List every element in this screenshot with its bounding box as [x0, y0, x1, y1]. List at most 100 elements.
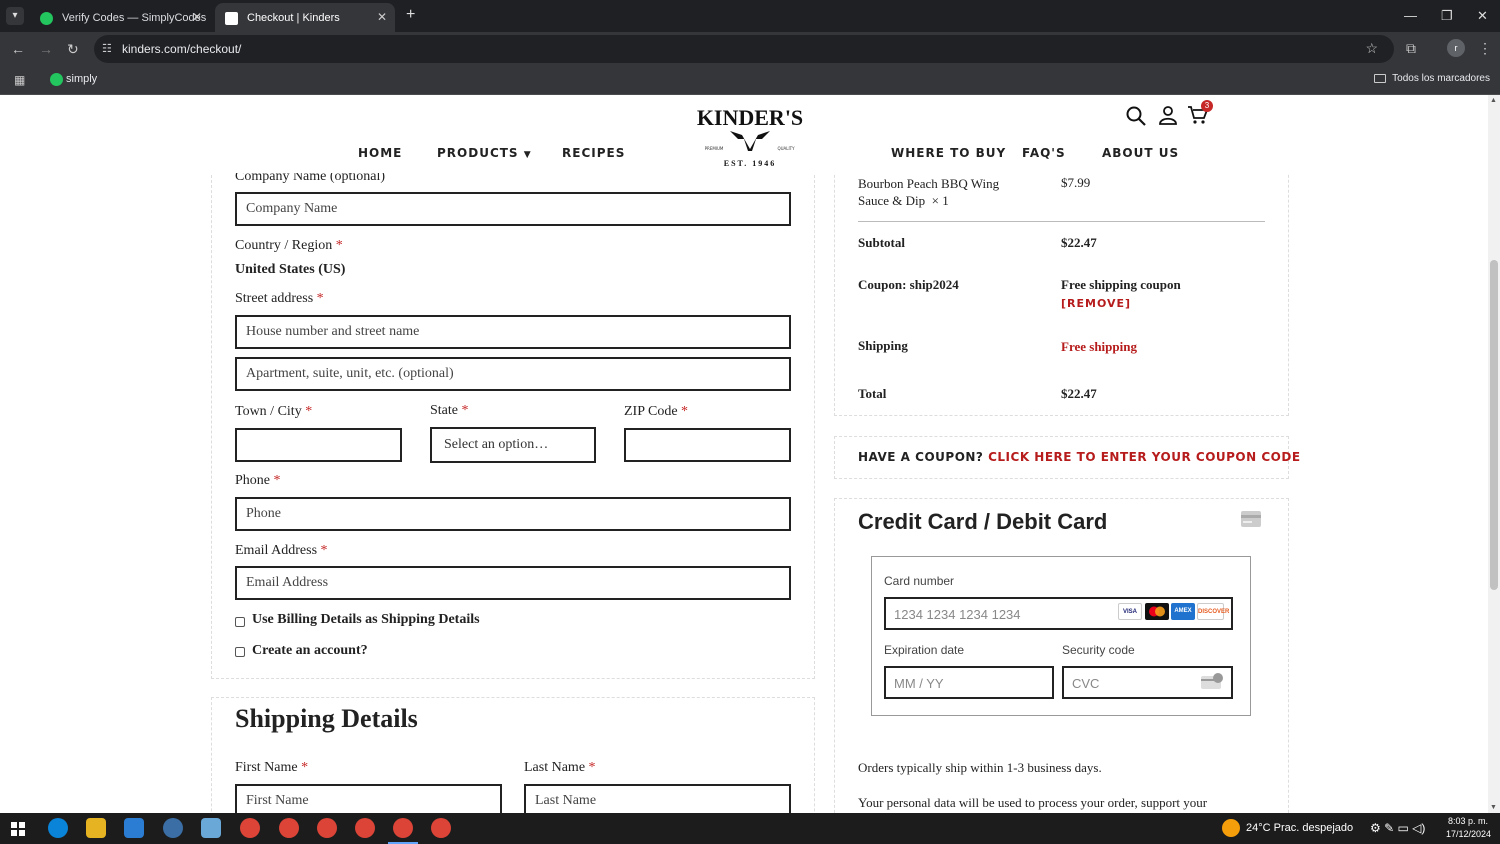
- app-icon[interactable]: [201, 818, 221, 838]
- discover-icon: DISCOVER: [1197, 603, 1229, 620]
- clock-time[interactable]: 8:03 p. m.: [1448, 816, 1488, 826]
- scroll-up-icon[interactable]: ▲: [1490, 97, 1497, 104]
- required-mark: *: [316, 291, 324, 306]
- required-mark: *: [320, 543, 328, 558]
- all-bookmarks-label: Todos los marcadores: [1392, 73, 1490, 84]
- chrome-icon[interactable]: [317, 818, 337, 838]
- simplycodes-favicon-icon: [40, 12, 53, 25]
- web-page: Company Name (optional) Company Name Cou…: [0, 95, 1488, 813]
- expiry-input[interactable]: MM / YY: [884, 666, 1054, 699]
- all-bookmarks[interactable]: Todos los marcadores: [1374, 73, 1490, 84]
- company-input[interactable]: Company Name: [235, 192, 791, 226]
- country-label: Country / Region *: [235, 238, 343, 254]
- email-label: Email Address *: [235, 543, 328, 559]
- forward-icon[interactable]: →: [39, 41, 53, 57]
- chrome-active-icon[interactable]: [393, 818, 413, 838]
- weather-text[interactable]: 24°C Prac. despejado: [1246, 822, 1353, 834]
- state-label-text: State: [430, 403, 458, 418]
- kinders-favicon-icon: [225, 12, 238, 25]
- mastercard-icon: [1145, 603, 1169, 620]
- nav-recipes[interactable]: RECIPES: [562, 146, 625, 160]
- bull-head-icon: [730, 131, 770, 151]
- tab-verify-codes[interactable]: Verify Codes — SimplyCodes ✕: [30, 3, 210, 32]
- nav-about-us[interactable]: ABOUT US: [1102, 146, 1179, 160]
- chrome-icon[interactable]: [355, 818, 375, 838]
- tab-search-icon[interactable]: ▾: [6, 7, 24, 25]
- close-tab-icon[interactable]: ✕: [377, 10, 387, 24]
- total-label: Total: [858, 386, 887, 401]
- new-tab-icon[interactable]: +: [406, 6, 415, 24]
- weather-icon[interactable]: [1222, 819, 1240, 837]
- bookmark-star-icon[interactable]: ☆: [1365, 40, 1378, 57]
- scroll-down-icon[interactable]: ▼: [1490, 804, 1497, 811]
- use-billing-checkbox[interactable]: [235, 617, 245, 627]
- address-bar[interactable]: ☷ kinders.com/checkout/ ☆: [94, 35, 1394, 63]
- apps-grid-icon[interactable]: ▦: [14, 73, 25, 87]
- apartment-input[interactable]: Apartment, suite, unit, etc. (optional): [235, 357, 791, 391]
- search-icon[interactable]: [1125, 105, 1147, 127]
- nav-products[interactable]: PRODUCTS ▼: [437, 146, 532, 160]
- tray-icons[interactable]: ⚙ ✎ ▭ ◁): [1370, 821, 1425, 835]
- file-explorer-icon[interactable]: [86, 818, 106, 838]
- kinders-logo[interactable]: KINDER'S PREMIUM QUALITY EST. 1946: [694, 99, 806, 169]
- profile-avatar[interactable]: r: [1447, 39, 1465, 57]
- cvc-label: Security code: [1062, 643, 1135, 657]
- back-icon[interactable]: ←: [11, 41, 25, 57]
- required-mark: *: [588, 760, 596, 775]
- privacy-note: Your personal data will be used to proce…: [858, 795, 1208, 810]
- restore-icon[interactable]: ❐: [1441, 8, 1453, 24]
- zip-input[interactable]: [624, 428, 791, 462]
- scrollbar-thumb[interactable]: [1490, 260, 1498, 590]
- menu-kebab-icon[interactable]: ⋮: [1478, 40, 1492, 57]
- extensions-icon[interactable]: ⧉: [1406, 40, 1416, 57]
- account-icon[interactable]: [1158, 105, 1178, 125]
- nav-faqs[interactable]: FAQ'S: [1022, 146, 1066, 160]
- email-input[interactable]: Email Address: [235, 566, 791, 600]
- edge-icon[interactable]: [48, 818, 68, 838]
- create-account-checkbox[interactable]: [235, 647, 245, 657]
- url-text[interactable]: kinders.com/checkout/: [122, 42, 241, 56]
- app-icon[interactable]: [163, 818, 183, 838]
- use-billing-label[interactable]: Use Billing Details as Shipping Details: [252, 612, 480, 628]
- zip-label-text: ZIP Code: [624, 404, 678, 419]
- windows-start-icon[interactable]: [11, 822, 25, 836]
- reload-icon[interactable]: ↻: [67, 41, 79, 58]
- clock-date[interactable]: 17/12/2024: [1446, 829, 1491, 839]
- phone-label-text: Phone: [235, 473, 270, 488]
- phone-input[interactable]: Phone: [235, 497, 791, 531]
- close-tab-icon[interactable]: ✕: [192, 10, 202, 24]
- required-mark: *: [273, 473, 281, 488]
- last-name-label: Last Name *: [524, 760, 596, 776]
- site-info-icon[interactable]: ☷: [102, 42, 116, 56]
- browser-tabbar: ▾ Verify Codes — SimplyCodes ✕ Checkout …: [0, 0, 1500, 32]
- state-select[interactable]: Select an option…: [430, 427, 596, 463]
- create-account-label[interactable]: Create an account?: [252, 643, 368, 659]
- tab-checkout[interactable]: Checkout | Kinders ✕: [215, 3, 395, 32]
- bookmark-simply[interactable]: simply: [50, 73, 97, 86]
- nav-home[interactable]: HOME: [358, 146, 402, 160]
- city-input[interactable]: [235, 428, 402, 462]
- minimize-icon[interactable]: —: [1404, 8, 1417, 23]
- logo-premium: PREMIUM: [705, 146, 724, 151]
- store-icon[interactable]: [124, 818, 144, 838]
- required-mark: *: [301, 760, 309, 775]
- page-scrollbar[interactable]: ▲ ▼: [1488, 95, 1500, 813]
- logo-est: EST. 1946: [724, 159, 777, 168]
- street-input[interactable]: House number and street name: [235, 315, 791, 349]
- nav-products-label: PRODUCTS: [437, 146, 519, 160]
- shipping-label: Shipping: [858, 338, 908, 353]
- chrome-icon[interactable]: [431, 818, 451, 838]
- nav-where-to-buy[interactable]: WHERE TO BUY: [891, 146, 1006, 160]
- item-name-line1: Bourbon Peach BBQ Wing: [858, 176, 1000, 191]
- coupon-prompt: HAVE A COUPON? CLICK HERE TO ENTER YOUR …: [858, 450, 1301, 464]
- last-name-input[interactable]: Last Name: [524, 784, 791, 813]
- remove-coupon-link[interactable]: [REMOVE]: [1061, 297, 1131, 310]
- state-label: State *: [430, 403, 469, 419]
- logo-text: KINDER'S: [697, 105, 803, 130]
- first-name-input[interactable]: First Name: [235, 784, 502, 813]
- shipping-title: Shipping Details: [235, 704, 418, 733]
- enter-coupon-link[interactable]: CLICK HERE TO ENTER YOUR COUPON CODE: [988, 450, 1300, 464]
- chrome-icon[interactable]: [240, 818, 260, 838]
- chrome-icon[interactable]: [279, 818, 299, 838]
- close-window-icon[interactable]: ✕: [1477, 8, 1488, 24]
